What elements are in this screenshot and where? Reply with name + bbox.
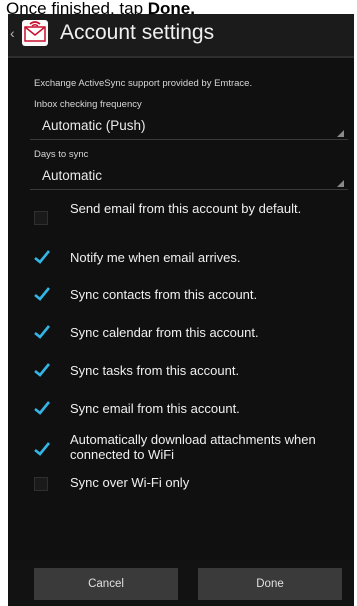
checkbox-unchecked-icon[interactable] — [34, 477, 48, 491]
button-bar: Cancel Done — [8, 560, 354, 606]
days-to-sync-label: Days to sync — [34, 149, 89, 160]
days-to-sync-value: Automatic — [42, 168, 103, 183]
checkbox-checked-icon[interactable] — [34, 441, 50, 457]
checkbox-checked-icon[interactable] — [34, 400, 50, 416]
setting-sync-email[interactable]: Sync email from this account. — [8, 397, 354, 421]
setting-label: Sync tasks from this account. — [70, 363, 240, 378]
setting-label: Notify me when email arrives. — [70, 250, 241, 265]
spinner-arrow-icon — [337, 130, 344, 137]
inbox-frequency-spinner[interactable]: Automatic (Push) — [30, 115, 348, 140]
email-app-icon[interactable] — [22, 20, 48, 46]
setting-label: Send email from this account by default. — [70, 201, 302, 216]
checkbox-checked-icon[interactable] — [34, 362, 50, 378]
provider-note: Exchange ActiveSync support provided by … — [34, 78, 253, 89]
setting-wifi-only[interactable]: Sync over Wi-Fi only — [8, 471, 354, 495]
setting-label: Sync contacts from this account. — [70, 287, 258, 302]
setting-sync-contacts[interactable]: Sync contacts from this account. — [8, 283, 354, 307]
page-title: Account settings — [60, 21, 215, 44]
setting-label: Automatically download attachments when … — [70, 432, 316, 462]
done-button[interactable]: Done — [198, 568, 342, 600]
settings-list: Exchange ActiveSync support provided by … — [8, 58, 354, 560]
phone-screen: ‹ Account settings Exchange ActiveSync s… — [8, 14, 354, 606]
setting-default-account[interactable]: Send email from this account by default. — [8, 201, 354, 237]
inbox-frequency-label: Inbox checking frequency — [34, 99, 142, 110]
setting-label: Sync email from this account. — [70, 401, 240, 416]
days-to-sync-spinner[interactable]: Automatic — [30, 165, 348, 190]
cancel-button[interactable]: Cancel — [34, 568, 178, 600]
checkbox-checked-icon[interactable] — [34, 249, 50, 265]
setting-notify[interactable]: Notify me when email arrives. — [8, 246, 354, 270]
setting-sync-tasks[interactable]: Sync tasks from this account. — [8, 359, 354, 383]
checkbox-checked-icon[interactable] — [34, 324, 50, 340]
setting-auto-download[interactable]: Automatically download attachments when … — [8, 429, 354, 467]
checkbox-unchecked-icon[interactable] — [34, 211, 48, 225]
action-bar: ‹ Account settings — [8, 14, 354, 58]
up-caret-icon[interactable]: ‹ — [10, 25, 15, 41]
spinner-arrow-icon — [337, 180, 344, 187]
checkbox-checked-icon[interactable] — [34, 286, 50, 302]
inbox-frequency-value: Automatic (Push) — [42, 118, 146, 133]
setting-sync-calendar[interactable]: Sync calendar from this account. — [8, 321, 354, 345]
setting-label: Sync over Wi-Fi only — [70, 475, 190, 490]
setting-label: Sync calendar from this account. — [70, 325, 259, 340]
